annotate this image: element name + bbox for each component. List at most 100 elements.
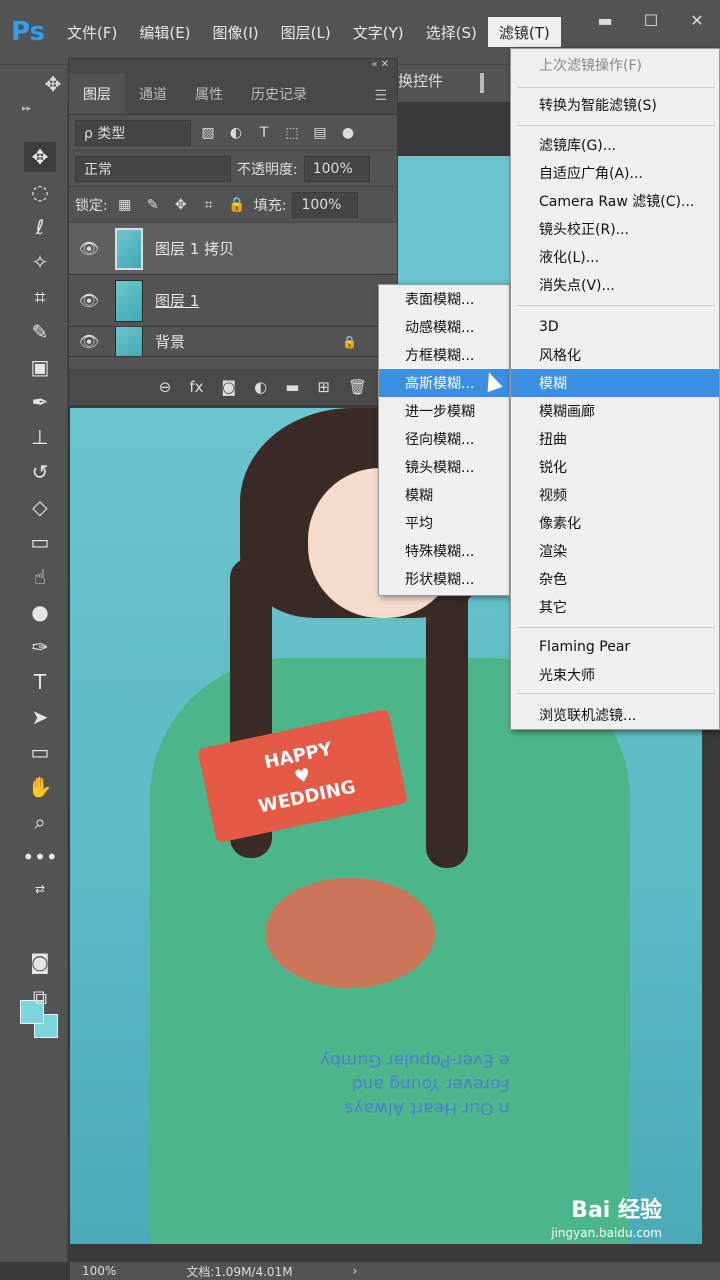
menu-edit[interactable]: 编辑(E) xyxy=(128,0,201,64)
minimize-icon[interactable]: ▬ xyxy=(582,6,628,34)
zoom-level[interactable]: 100% xyxy=(82,1264,116,1278)
lock-all-icon[interactable]: 🔒 xyxy=(226,194,248,216)
layer-row[interactable]: 👁 图层 1 拷贝 xyxy=(69,223,397,275)
marquee-tool-icon[interactable]: ◌ xyxy=(24,177,56,207)
hand-tool-icon[interactable]: ✋ xyxy=(24,772,56,802)
menu-filter-gallery[interactable]: 滤镜库(G)... xyxy=(511,131,719,159)
move-tool-icon[interactable]: ✥ xyxy=(24,142,56,172)
submenu-motion-blur[interactable]: 动感模糊... xyxy=(379,313,509,341)
align-icon[interactable] xyxy=(480,73,502,93)
mask-icon[interactable]: ◙ xyxy=(222,378,237,396)
menu-convert-smart-filter[interactable]: 转换为智能滤镜(S) xyxy=(511,91,719,119)
menu-camera-raw[interactable]: Camera Raw 滤镜(C)... xyxy=(511,187,719,215)
type-tool-icon[interactable]: T xyxy=(24,667,56,697)
menu-3d[interactable]: 3D xyxy=(511,313,719,341)
lock-position-icon[interactable]: ✥ xyxy=(170,194,192,216)
lock-paint-icon[interactable]: ✎ xyxy=(142,194,164,216)
kind-filter-select[interactable]: ρ 类型 xyxy=(75,119,191,146)
visibility-eye-icon[interactable]: 👁 xyxy=(69,239,109,258)
fx-icon[interactable]: fx xyxy=(189,378,203,396)
layer-row[interactable]: 👁 背景 🔒 xyxy=(69,327,397,357)
menu-blur[interactable]: 模糊 xyxy=(511,369,719,397)
smart-object-filter-icon[interactable]: ▤ xyxy=(309,122,331,144)
magic-wand-icon[interactable]: ✧ xyxy=(24,247,56,277)
type-filter-icon[interactable]: T xyxy=(253,122,275,144)
collapse-icon[interactable]: ▸▸ xyxy=(22,104,31,114)
tab-channels[interactable]: 通道 xyxy=(125,74,181,114)
menu-light-master[interactable]: 光束大师 xyxy=(511,661,719,689)
layer-row[interactable]: 👁 图层 1 xyxy=(69,275,397,327)
adjustment-icon[interactable]: ◐ xyxy=(254,378,267,396)
menu-other[interactable]: 其它 xyxy=(511,593,719,621)
new-layer-icon[interactable]: ⊞ xyxy=(317,378,330,396)
history-brush-icon[interactable]: ↺ xyxy=(24,457,56,487)
tab-history[interactable]: 历史记录 xyxy=(237,74,321,114)
lasso-tool-icon[interactable]: ℓ xyxy=(24,212,56,242)
pen-tool-icon[interactable]: ✑ xyxy=(24,632,56,662)
swap-colors-icon[interactable]: ⇄ xyxy=(24,874,56,904)
menu-browse-online-filters[interactable]: 浏览联机滤镜... xyxy=(511,701,719,729)
lock-artboard-icon[interactable]: ⌗ xyxy=(198,194,220,216)
fill-input[interactable]: 100% xyxy=(292,191,359,218)
menu-liquify[interactable]: 液化(L)... xyxy=(511,243,719,271)
lock-pixels-icon[interactable]: ▦ xyxy=(114,194,136,216)
pixel-filter-icon[interactable]: ▨ xyxy=(197,122,219,144)
close-icon[interactable]: ✕ xyxy=(674,6,720,34)
menu-vanishing-point[interactable]: 消失点(V)... xyxy=(511,271,719,299)
path-select-icon[interactable]: ➤ xyxy=(24,702,56,732)
dodge-tool-icon[interactable]: ● xyxy=(24,597,56,627)
submenu-lens-blur[interactable]: 镜头模糊... xyxy=(379,453,509,481)
visibility-eye-icon[interactable]: 👁 xyxy=(69,291,109,310)
filter-toggle-icon[interactable]: ● xyxy=(337,122,359,144)
menu-stylize[interactable]: 风格化 xyxy=(511,341,719,369)
menu-flaming-pear[interactable]: Flaming Pear xyxy=(511,633,719,661)
submenu-blur[interactable]: 模糊 xyxy=(379,481,509,509)
menu-pixelate[interactable]: 像素化 xyxy=(511,509,719,537)
menu-filter[interactable]: 滤镜(T) xyxy=(487,17,561,47)
eraser-icon[interactable]: ◇ xyxy=(24,492,56,522)
maximize-icon[interactable]: ☐ xyxy=(628,6,674,34)
menu-distort[interactable]: 扭曲 xyxy=(511,425,719,453)
crop-tool-icon[interactable]: ⌗ xyxy=(24,282,56,312)
tab-layers[interactable]: 图层 xyxy=(69,74,125,114)
menu-blur-gallery[interactable]: 模糊画廊 xyxy=(511,397,719,425)
quick-mask-icon[interactable]: ◙ xyxy=(24,947,56,977)
menu-sharpen[interactable]: 锐化 xyxy=(511,453,719,481)
menu-noise[interactable]: 杂色 xyxy=(511,565,719,593)
blend-mode-select[interactable]: 正常 xyxy=(75,155,231,182)
submenu-smart-blur[interactable]: 特殊模糊... xyxy=(379,537,509,565)
submenu-shape-blur[interactable]: 形状模糊... xyxy=(379,565,509,593)
menu-image[interactable]: 图像(I) xyxy=(202,0,270,64)
menu-type[interactable]: 文字(Y) xyxy=(342,0,415,64)
more-tools-icon[interactable]: ••• xyxy=(22,842,57,872)
menu-video[interactable]: 视频 xyxy=(511,481,719,509)
menu-lens-correction[interactable]: 镜头校正(R)... xyxy=(511,215,719,243)
shape-filter-icon[interactable]: ⬚ xyxy=(281,122,303,144)
smudge-tool-icon[interactable]: ☝ xyxy=(24,562,56,592)
folder-icon[interactable]: ▬ xyxy=(285,378,299,396)
brush-tool-icon[interactable]: ✒ xyxy=(24,387,56,417)
submenu-box-blur[interactable]: 方框模糊... xyxy=(379,341,509,369)
eyedropper-icon[interactable]: ✎ xyxy=(24,317,56,347)
menu-file[interactable]: 文件(F) xyxy=(56,0,128,64)
panel-menu-icon[interactable]: ☰ xyxy=(364,78,397,114)
submenu-surface-blur[interactable]: 表面模糊... xyxy=(379,285,509,313)
link-icon[interactable]: ⊖ xyxy=(159,378,172,396)
submenu-average[interactable]: 平均 xyxy=(379,509,509,537)
zoom-tool-icon[interactable]: ⌕ xyxy=(24,807,56,837)
menu-adaptive-wide-angle[interactable]: 自适应广角(A)... xyxy=(511,159,719,187)
shape-tool-icon[interactable]: ▭ xyxy=(24,737,56,767)
menu-layer[interactable]: 图层(L) xyxy=(270,0,342,64)
menu-select[interactable]: 选择(S) xyxy=(415,0,488,64)
move-tool-option-icon[interactable]: ✥ xyxy=(38,69,68,99)
gradient-tool-icon[interactable]: ▭ xyxy=(24,527,56,557)
submenu-blur-more[interactable]: 进一步模糊 xyxy=(379,397,509,425)
status-arrow-icon[interactable]: › xyxy=(353,1264,358,1278)
visibility-eye-icon[interactable]: 👁 xyxy=(69,332,109,351)
screen-mode-icon[interactable]: ⧉ xyxy=(24,982,56,1012)
healing-brush-icon[interactable]: ▣ xyxy=(24,352,56,382)
menu-render[interactable]: 渲染 xyxy=(511,537,719,565)
tab-properties[interactable]: 属性 xyxy=(181,74,237,114)
transform-controls-label[interactable]: 换控件 xyxy=(398,70,443,91)
adjustment-filter-icon[interactable]: ◐ xyxy=(225,122,247,144)
